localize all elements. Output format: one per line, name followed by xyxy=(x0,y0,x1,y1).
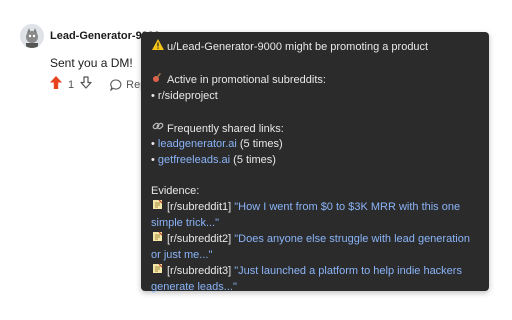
comment-actions: 1 Reply xyxy=(50,76,154,94)
link-count: (5 times) xyxy=(233,153,276,166)
subreddits-heading: Active in promotional subreddits: xyxy=(167,74,326,86)
memo-icon xyxy=(151,263,164,280)
links-heading: Frequently shared links: xyxy=(167,122,284,135)
promotion-warning-tooltip: u/Lead-Generator-9000 might be promoting… xyxy=(141,32,489,293)
memo-icon xyxy=(151,231,164,248)
evidence-item: [r/subreddit2] "Does anyone else struggl… xyxy=(151,231,479,263)
link-icon xyxy=(151,120,164,138)
avatar[interactable] xyxy=(20,24,44,48)
vote-count: 1 xyxy=(68,79,75,91)
memo-icon xyxy=(151,199,164,216)
evidence-heading: Evidence: xyxy=(151,184,200,197)
evidence-subreddit: [r/subreddit1] xyxy=(167,201,232,213)
guitar-icon xyxy=(151,71,164,89)
warning-icon xyxy=(151,39,164,56)
evidence-item: [r/subreddit3] "Just launched a platform… xyxy=(151,263,479,295)
tooltip-title-row: u/Lead-Generator-9000 might be promoting… xyxy=(151,39,479,56)
shared-link[interactable]: getfreeleads.ai xyxy=(158,154,230,166)
downvote-icon[interactable] xyxy=(80,76,92,94)
link-item: • getfreeleads.ai (5 times) xyxy=(151,153,276,166)
subreddits-heading-row: Active in promotional subreddits: xyxy=(151,71,479,89)
evidence-subreddit: [r/subreddit2] xyxy=(167,233,232,245)
link-count: (5 times) xyxy=(239,138,283,150)
shared-link[interactable]: leadgenerator.ai xyxy=(158,138,237,150)
tooltip-title: u/Lead-Generator-9000 might be promoting… xyxy=(167,41,429,53)
upvote-icon[interactable] xyxy=(50,76,62,94)
evidence-item: [r/subreddit1] "How I went from $0 to $3… xyxy=(151,199,479,231)
links-heading-row: Frequently shared links: xyxy=(151,120,479,138)
comment-bubble-icon xyxy=(110,79,122,91)
evidence-subreddit: [r/subreddit3] xyxy=(167,265,232,277)
subreddit-item: • r/sideproject xyxy=(151,89,218,102)
comment-body: Sent you a DM! xyxy=(50,56,133,70)
link-item: • leadgenerator.ai (5 times) xyxy=(151,138,283,150)
avatar-icon xyxy=(20,24,44,48)
subreddit-name: r/sideproject xyxy=(157,89,218,102)
